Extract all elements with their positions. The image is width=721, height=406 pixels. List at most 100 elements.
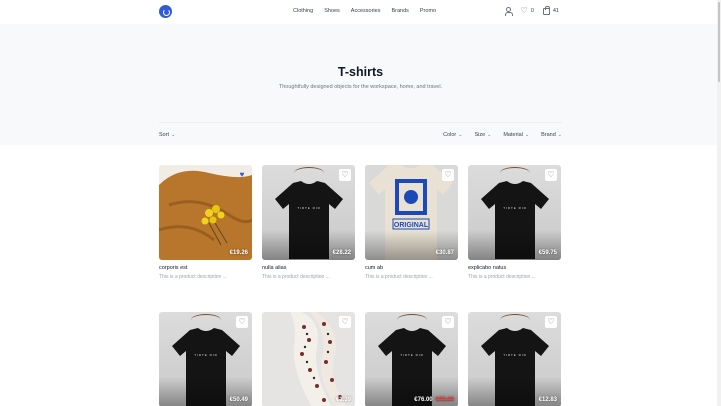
divider (159, 122, 562, 123)
menu-item-clothing[interactable]: Clothing (293, 8, 313, 14)
product-price: €28.22 (332, 250, 351, 256)
product-image[interactable]: TIRTE RIR ♡ €12.83 (468, 312, 561, 406)
sort-label: Sort (159, 132, 170, 138)
heart-icon: ♡ (238, 317, 246, 326)
svg-text:TIRTE RIR: TIRTE RIR (194, 353, 218, 357)
filter-brand[interactable]: Brand ⌄ (541, 132, 562, 138)
product-description: This is a product description ... (365, 274, 433, 280)
svg-text:TIRTE RIR: TIRTE RIR (503, 206, 527, 210)
cart-button[interactable]: 41 (542, 5, 559, 15)
product-card[interactable]: ♡ €1.39 (262, 312, 355, 406)
chevron-down-icon: ⌄ (557, 132, 562, 138)
main-menu: Clothing Shoes Accessories Brands Promo (293, 8, 436, 14)
page-scrollbar[interactable] (717, 0, 721, 406)
favorite-button[interactable]: ♡ (442, 169, 454, 181)
logo-icon[interactable] (159, 5, 172, 18)
favorite-button[interactable]: ♡ (545, 316, 557, 328)
product-image[interactable]: ♡ €1.39 (262, 312, 355, 406)
product-grid: ♥ €19.26 corporis est This is a product … (159, 165, 563, 406)
product-image[interactable]: ♥ €19.26 (159, 165, 252, 260)
svg-text:TIRTE RIR: TIRTE RIR (400, 353, 424, 357)
product-image[interactable]: TIRTE RIR ♡ €76.00 €95.00 (365, 312, 458, 406)
product-description: This is a product description ... (468, 274, 536, 280)
filter-label: Brand (541, 132, 556, 138)
product-price: €12.83 (538, 397, 557, 403)
heart-filled-icon: ♥ (239, 170, 245, 179)
chevron-down-icon: ⌄ (487, 132, 492, 138)
menu-item-accessories[interactable]: Accessories (351, 8, 381, 14)
hanger-graphic (190, 314, 221, 326)
menu-item-shoes[interactable]: Shoes (324, 8, 340, 14)
product-price: €19.26 (229, 250, 248, 256)
top-nav: Clothing Shoes Accessories Brands Promo … (0, 0, 721, 24)
favorite-button[interactable]: ♡ (545, 169, 557, 181)
filter-label: Size (474, 132, 486, 138)
original-price: €95.00 (435, 397, 454, 403)
heart-icon: ♡ (520, 6, 528, 15)
product-description: This is a product description ... (262, 274, 330, 280)
filter-label: Material (503, 132, 523, 138)
favorite-button[interactable]: ♡ (339, 169, 351, 181)
chevron-down-icon: ⌄ (524, 132, 530, 138)
product-card[interactable]: TIRTE RIR ♡ €76.00 €95.00 (365, 312, 458, 406)
product-card[interactable]: TIRTE RIR ♡ €50.49 (159, 312, 252, 406)
favorite-button[interactable]: ♡ (339, 316, 351, 328)
filter-size[interactable]: Size ⌄ (474, 132, 491, 138)
chevron-down-icon: ⌄ (171, 132, 176, 138)
wishlist-count: 0 (530, 8, 534, 14)
wishlist-button[interactable]: ♡ 0 (521, 7, 534, 15)
product-card[interactable]: TIRTE RIR ♡ €59.75 explicabo natus This … (468, 165, 561, 280)
cart-count: 41 (552, 8, 559, 14)
heart-icon: ♡ (341, 170, 349, 179)
filter-material[interactable]: Material ⌄ (503, 132, 529, 138)
heart-icon: ♡ (547, 170, 555, 179)
product-price: €59.75 (538, 250, 557, 256)
chevron-down-icon: ⌄ (458, 132, 463, 138)
product-name[interactable]: corporis est (159, 265, 252, 271)
category-hero: T-shirts Thoughtfully designed objects f… (0, 24, 721, 145)
product-name[interactable]: nulla alias (262, 265, 355, 271)
heart-icon: ♡ (444, 317, 452, 326)
heart-icon: ♡ (341, 317, 349, 326)
menu-item-brands[interactable]: Brands (391, 8, 408, 14)
page-subtitle: Thoughtfully designed objects for the wo… (278, 84, 443, 90)
svg-text:ORIGINAL: ORIGINAL (394, 222, 429, 229)
hanger-graphic (499, 167, 530, 179)
svg-text:TIRTE RIR: TIRTE RIR (297, 206, 321, 210)
heart-icon: ♡ (547, 317, 555, 326)
product-name[interactable]: explicabo natus (468, 265, 561, 271)
sort-dropdown[interactable]: Sort ⌄ (159, 132, 175, 138)
product-card[interactable]: TIRTE RIR ♡ €28.22 nulla alias This is a… (262, 165, 355, 280)
nav-actions: ♡ 0 41 (504, 5, 559, 16)
filter-color[interactable]: Color ⌄ (443, 132, 462, 138)
product-card[interactable]: ORIGINAL ♡ €30.87 cum ab This is a produ… (365, 165, 458, 280)
product-card[interactable]: ♥ €19.26 corporis est This is a product … (159, 165, 252, 280)
product-name[interactable]: cum ab (365, 265, 458, 271)
product-image[interactable]: ORIGINAL ♡ €30.87 (365, 165, 458, 260)
product-card[interactable]: TIRTE RIR ♡ €12.83 (468, 312, 561, 406)
favorite-button[interactable]: ♡ (442, 316, 454, 328)
product-price: €1.39 (335, 397, 351, 403)
sale-price: €76.00 (414, 397, 433, 403)
product-price: €76.00 €95.00 (414, 397, 454, 403)
menu-item-promo[interactable]: Promo (420, 8, 436, 14)
product-price: €50.49 (229, 397, 248, 403)
product-description: This is a product description ... (159, 274, 227, 280)
product-image[interactable]: TIRTE RIR ♡ €59.75 (468, 165, 561, 260)
filter-dropdowns: Color ⌄ Size ⌄ Material ⌄ Brand ⌄ (443, 132, 562, 138)
page-title: T-shirts (337, 65, 384, 79)
filter-label: Color (443, 132, 457, 138)
shopping-bag-icon (542, 5, 550, 15)
product-image[interactable]: TIRTE RIR ♡ €50.49 (159, 312, 252, 406)
product-image[interactable]: TIRTE RIR ♡ €28.22 (262, 165, 355, 260)
user-icon (504, 7, 513, 16)
hanger-graphic (396, 314, 427, 326)
favorite-button[interactable]: ♡ (236, 316, 248, 328)
account-button[interactable] (504, 7, 513, 16)
product-price: €30.87 (435, 250, 454, 256)
hanger-graphic (293, 167, 324, 179)
hanger-graphic (499, 314, 530, 326)
heart-icon: ♡ (444, 170, 452, 179)
favorite-button[interactable]: ♥ (236, 169, 248, 181)
svg-text:TIRTE RIR: TIRTE RIR (503, 353, 527, 357)
